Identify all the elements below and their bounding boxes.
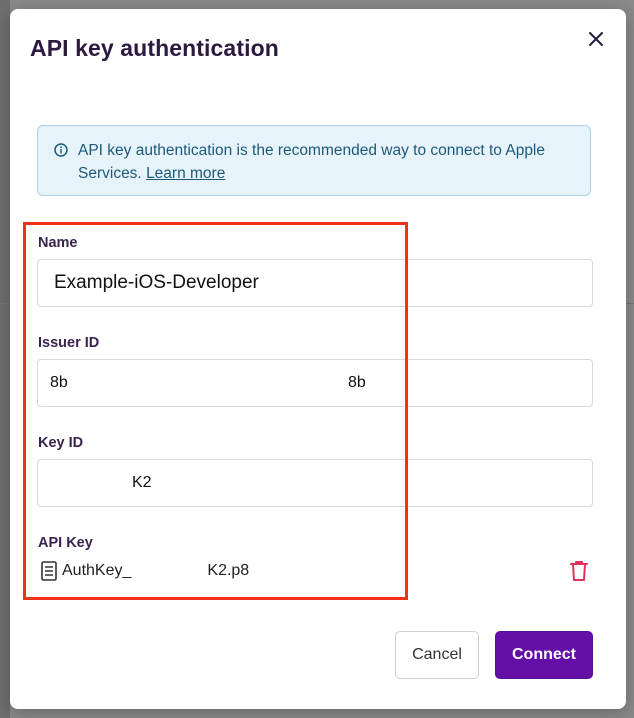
info-banner: API key authentication is the recommende… [37,125,591,196]
backdrop-page [0,0,10,718]
key-id-input[interactable]: K2 [37,459,593,507]
api-key-file-name-end: K2.p8 [207,562,250,579]
info-icon [54,143,68,157]
file-icon [41,561,57,581]
api-key-label: API Key [38,535,93,551]
api-key-dialog: API key authentication API key authentic… [10,9,626,709]
close-button[interactable] [584,27,608,51]
dialog-title: API key authentication [30,35,279,61]
delete-api-key-button[interactable] [570,560,588,582]
api-key-file-name-start: AuthKey_ [62,562,132,579]
api-key-file: AuthKey_ K2.p8 [41,561,249,581]
key-id-label: Key ID [38,435,84,451]
key-id-value-end: K2 [132,474,152,491]
connect-button[interactable]: Connect [495,631,593,679]
cancel-button[interactable]: Cancel [395,631,479,679]
issuer-id-label: Issuer ID [38,335,100,351]
name-input[interactable] [37,259,593,307]
issuer-id-value-end: 8b [348,374,366,391]
issuer-id-value-start: 8b [50,374,68,391]
learn-more-link[interactable]: Learn more [146,165,225,182]
close-icon [589,32,603,46]
issuer-id-input[interactable]: 8b 8b [37,359,593,407]
trash-icon [570,561,588,581]
name-label: Name [38,235,78,251]
